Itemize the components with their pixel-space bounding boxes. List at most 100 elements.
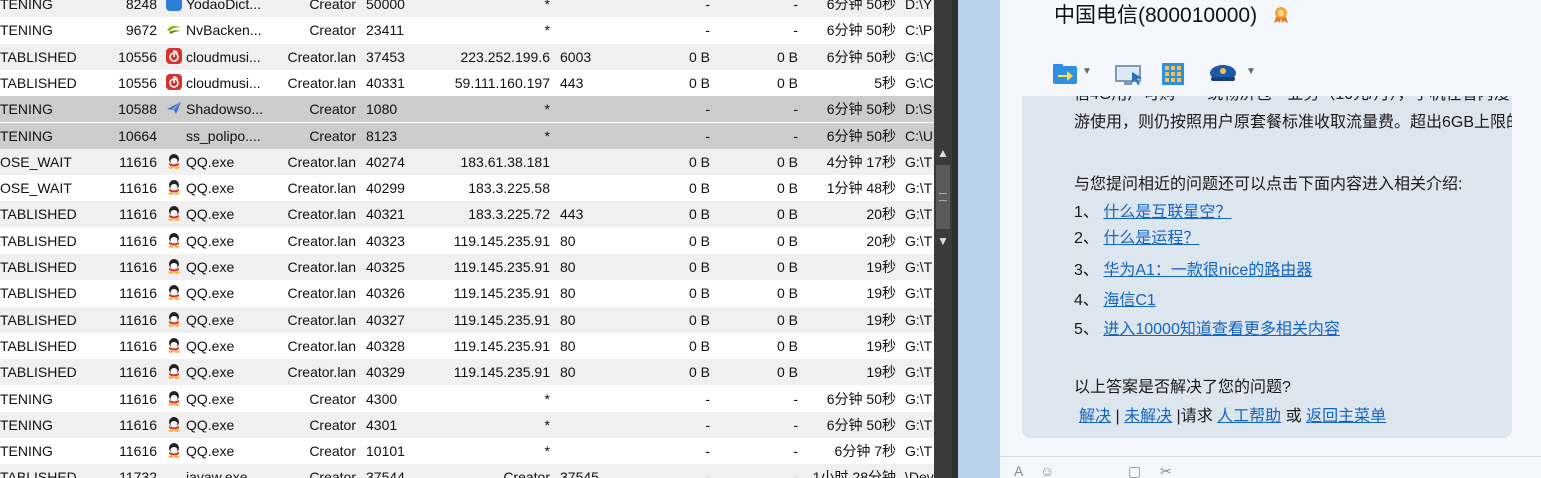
local-host-cell: Creator.lan bbox=[287, 259, 356, 275]
table-row[interactable]: TABLISHED 11616 QQ.exe Creator.lan 40326 119.… bbox=[0, 280, 934, 306]
pid-cell: 11616 bbox=[119, 416, 157, 433]
related-link-item: 3、 华为A1：一款很nice的路由器 bbox=[1074, 258, 1312, 284]
table-row[interactable]: TABLISHED 11616 QQ.exe Creator.lan 40321 183.… bbox=[0, 201, 934, 228]
local-host-cell: Creator bbox=[309, 469, 356, 478]
human-help-link[interactable]: 人工帮助 bbox=[1217, 408, 1281, 425]
remote-desktop-icon[interactable] bbox=[1114, 60, 1144, 88]
remote-host-cell: 183.3.225.58 bbox=[468, 180, 550, 197]
pid-cell: 11732 bbox=[119, 469, 157, 478]
table-row[interactable]: TENING 10664 ss_polipo.... Creator 8123 * - - 6分… bbox=[0, 122, 934, 149]
table-row[interactable]: OSE_WAIT 11616 QQ.exe Creator.lan 40299 183.3… bbox=[0, 175, 934, 201]
table-row[interactable]: TENING 8248 YodaoDict... Creator 50000 * - - 6分钟… bbox=[0, 0, 934, 17]
path-cell: \Dev bbox=[905, 469, 934, 478]
related-intro: 与您提问相近的问题还可以点击下面内容进入相关介绍: bbox=[1074, 176, 1463, 193]
connections-table: TENING 8248 YodaoDict... Creator 50000 * - - 6分钟… bbox=[0, 0, 934, 478]
received-bytes-cell: - bbox=[793, 443, 798, 460]
separator: | bbox=[1115, 408, 1120, 425]
pid-cell: 11616 bbox=[119, 390, 157, 407]
received-bytes-cell: - bbox=[793, 22, 798, 39]
remote-port-cell bbox=[560, 175, 610, 201]
chevron-down-icon[interactable]: ▼ bbox=[1082, 66, 1092, 77]
table-row[interactable]: TABLISHED 10556 cloudmusi... Creator.lan 403… bbox=[0, 70, 934, 96]
pid-cell: 11616 bbox=[119, 443, 157, 460]
chevron-down-icon[interactable]: ▼ bbox=[1246, 66, 1256, 77]
app-grid-icon[interactable] bbox=[1160, 60, 1186, 88]
connection-time-cell: 6分钟 50秒 bbox=[826, 390, 896, 407]
sent-bytes-cell: 0 B bbox=[688, 153, 710, 170]
return-menu-link[interactable]: 返回主菜单 bbox=[1306, 408, 1386, 425]
related-link[interactable]: 什么是运程？ bbox=[1103, 230, 1199, 247]
table-row[interactable]: TABLISHED 11616 QQ.exe Creator.lan 40325 119.… bbox=[0, 254, 934, 280]
chat-toolbar: ▼ ▼ bbox=[1052, 60, 1312, 88]
related-link[interactable]: 进入10000知道查看更多相关内容 bbox=[1103, 321, 1340, 338]
local-port-cell: 37453 bbox=[366, 48, 405, 65]
local-port-cell: 40321 bbox=[366, 206, 405, 223]
state-cell: TABLISHED bbox=[0, 74, 77, 91]
received-bytes-cell: - bbox=[793, 416, 798, 433]
remote-host-cell: * bbox=[544, 443, 550, 460]
process-name-cell: QQ.exe bbox=[186, 285, 235, 302]
pid-cell: 10664 bbox=[118, 127, 157, 144]
feedback-question: 以上答案是否解决了您的问题? bbox=[1074, 379, 1291, 396]
sent-bytes-cell: 0 B bbox=[688, 259, 710, 275]
message-bubble: 信4G用户可购——统畅济包一业务（10元/月），手机在省内漫 游使用，则仍按照用… bbox=[1022, 96, 1512, 438]
path-cell: G:\T bbox=[905, 232, 933, 249]
path-cell: G:\T bbox=[905, 259, 933, 275]
received-bytes-cell: - bbox=[793, 127, 798, 144]
connection-time-cell: 6分钟 50秒 bbox=[826, 101, 896, 118]
process-name-cell: cloudmusi... bbox=[186, 74, 261, 91]
table-row[interactable]: TABLISHED 11732 javaw.exe Creator 37544 Creat… bbox=[0, 464, 934, 478]
table-row[interactable]: TENING 9672 NvBacken... Creator 23411 * - - 6分钟 … bbox=[0, 17, 934, 43]
transfer-file-icon[interactable] bbox=[1052, 60, 1078, 88]
local-port-cell: 40325 bbox=[366, 259, 405, 275]
pid-cell: 11616 bbox=[119, 364, 157, 381]
vip-badge-icon bbox=[1274, 7, 1288, 23]
table-row[interactable]: TABLISHED 11616 QQ.exe Creator.lan 40329 119.… bbox=[0, 359, 934, 386]
qq-icon bbox=[166, 232, 182, 248]
table-row[interactable]: TENING 11616 QQ.exe Creator 10101 * - - 6分钟 7秒 G:… bbox=[0, 438, 934, 464]
table-row[interactable]: TABLISHED 11616 QQ.exe Creator.lan 40327 119.… bbox=[0, 306, 934, 333]
chat-window: 中国电信(800010000) ▼ ▼ 游使用，则仍按照用户原套餐标准收取流量费… bbox=[958, 0, 1541, 478]
image-icon[interactable]: ▢ bbox=[1128, 463, 1141, 478]
table-row[interactable]: OSE_WAIT 11616 QQ.exe Creator.lan 40274 183.6… bbox=[0, 148, 934, 175]
received-bytes-cell: - bbox=[793, 101, 798, 118]
chat-side-strip bbox=[958, 0, 1000, 478]
font-icon[interactable]: A bbox=[1014, 463, 1023, 478]
table-row[interactable]: TENING 10588 Shadowso... Creator 1080 * - - 6分钟 … bbox=[0, 96, 934, 123]
related-link[interactable]: 华为A1：一款很nice的路由器 bbox=[1103, 262, 1312, 279]
process-name-cell: NvBacken... bbox=[186, 22, 262, 39]
table-row[interactable]: TABLISHED 10556 cloudmusi... Creator.lan 374… bbox=[0, 43, 934, 70]
scroll-down-icon[interactable]: ▼ bbox=[935, 231, 951, 251]
local-host-cell: Creator.lan bbox=[287, 206, 356, 223]
pid-cell: 11616 bbox=[119, 206, 157, 223]
police-avatar-icon[interactable] bbox=[1208, 60, 1238, 88]
emoji-icon[interactable]: ☺ bbox=[1040, 463, 1054, 478]
local-host-cell: Creator.lan bbox=[287, 232, 356, 249]
local-port-cell: 23411 bbox=[366, 22, 404, 39]
local-host-cell: Creator bbox=[309, 127, 356, 144]
sent-bytes-cell: - bbox=[705, 101, 710, 118]
scroll-up-icon[interactable]: ▲ bbox=[935, 143, 951, 163]
scroll-thumb[interactable] bbox=[936, 165, 950, 229]
unsolved-link[interactable]: 未解决 bbox=[1124, 408, 1172, 425]
table-row[interactable]: TENING 11616 QQ.exe Creator 4301 * - - 6分钟 50秒 G:… bbox=[0, 411, 934, 438]
related-link[interactable]: 什么是互联星空？ bbox=[1103, 204, 1231, 221]
remote-port-cell bbox=[560, 412, 610, 438]
local-host-cell: Creator bbox=[309, 22, 356, 39]
pid-cell: 11616 bbox=[119, 232, 157, 249]
table-row[interactable]: TENING 11616 QQ.exe Creator 4300 * - - 6分钟 50秒 G:… bbox=[0, 386, 934, 412]
table-row[interactable]: TABLISHED 11616 QQ.exe Creator.lan 40323 119.… bbox=[0, 228, 934, 254]
connections-scrollbar[interactable]: ▲ ▼ bbox=[934, 0, 952, 478]
local-port-cell: 40326 bbox=[366, 285, 405, 302]
screenshot-icon[interactable]: ✂ bbox=[1160, 463, 1172, 478]
solved-link[interactable]: 解决 bbox=[1079, 408, 1111, 425]
path-cell: G:\T bbox=[905, 390, 933, 407]
state-cell: TABLISHED bbox=[0, 232, 77, 249]
connection-time-cell: 19秒 bbox=[866, 259, 896, 275]
connection-time-cell: 5秒 bbox=[874, 74, 896, 91]
table-row[interactable]: TABLISHED 11616 QQ.exe Creator.lan 40328 119.… bbox=[0, 333, 934, 359]
connection-time-cell: 20秒 bbox=[866, 232, 896, 249]
path-cell: G:\C bbox=[905, 48, 934, 65]
related-link[interactable]: 海信C1 bbox=[1103, 292, 1155, 309]
remote-port-cell: 80 bbox=[560, 285, 576, 302]
